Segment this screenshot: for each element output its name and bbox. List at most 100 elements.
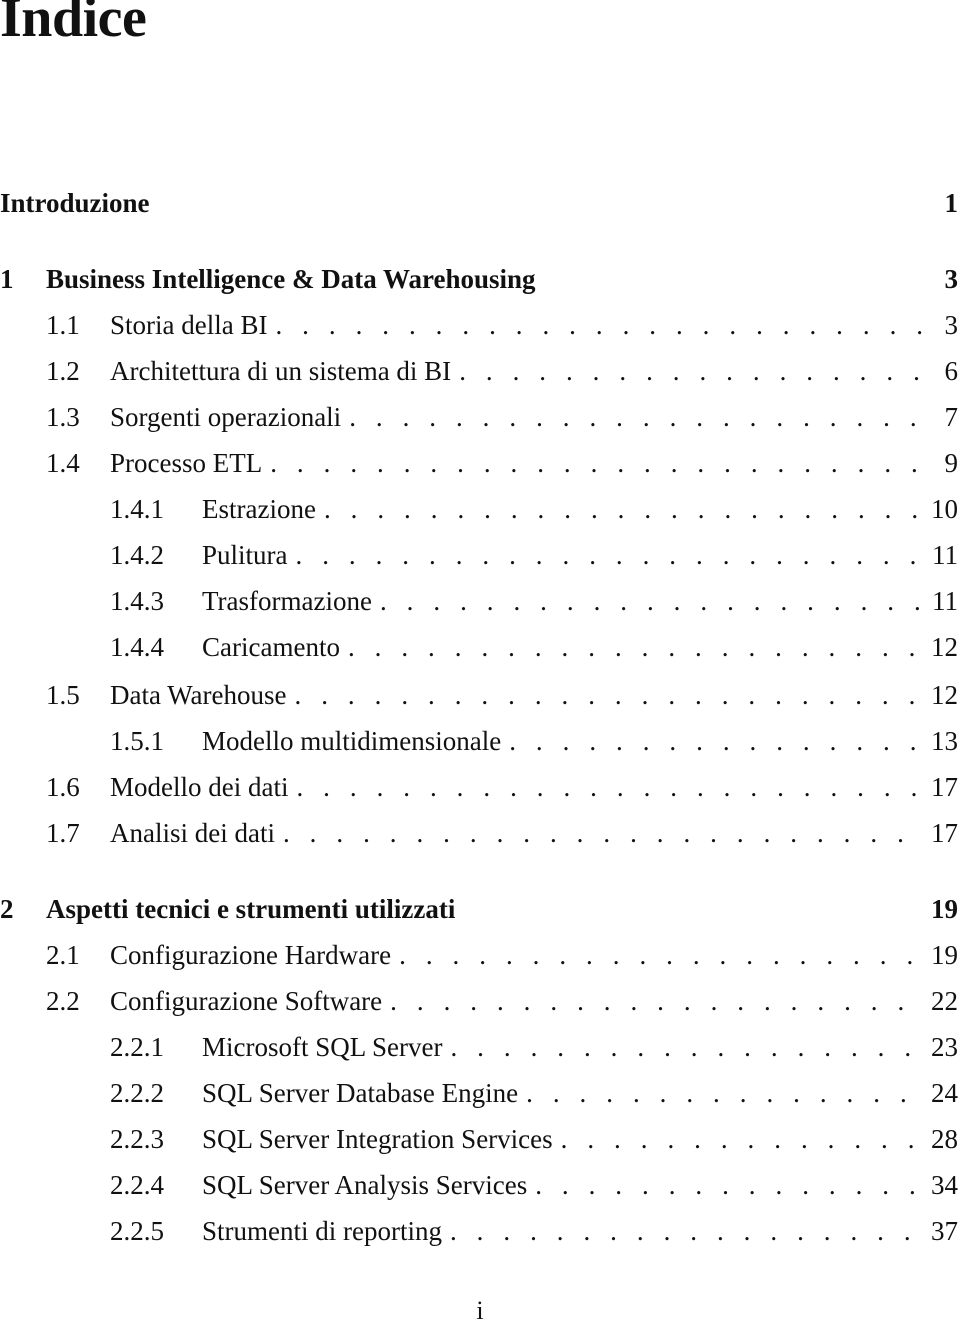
toc-entry-number: 2.2.2 xyxy=(110,1078,164,1108)
dot-leader xyxy=(450,1032,921,1063)
toc-entry-page: 13 xyxy=(931,726,958,756)
dot-leader xyxy=(509,726,921,757)
toc-entry[interactable]: 2.2.3 SQL Server Integration Services 28 xyxy=(0,1124,958,1158)
toc-entry[interactable]: 2.2.5 Strumenti di reporting 37 xyxy=(0,1216,958,1250)
toc-entry-page: 3 xyxy=(944,310,959,340)
toc-entry-page: 37 xyxy=(931,1216,958,1246)
toc-entry-label: Sorgenti operazionali xyxy=(110,402,342,432)
dot-leader xyxy=(348,632,921,663)
toc-entry[interactable]: Introduzione 1 xyxy=(0,188,958,222)
toc-entry-label: Business Intelligence & Data Warehousing xyxy=(46,264,536,294)
toc-entry-label: Pulitura xyxy=(202,540,288,570)
page-number: i xyxy=(476,1296,484,1325)
toc-entry-label: Strumenti di reporting xyxy=(202,1216,442,1246)
toc-entry-page: 24 xyxy=(931,1078,958,1108)
toc-entry[interactable]: 1.4.4 Caricamento 12 xyxy=(0,632,958,666)
toc-entry-label: SQL Server Analysis Services xyxy=(202,1170,528,1200)
toc-entry-label: Data Warehouse xyxy=(110,680,287,710)
toc-entry-page: 17 xyxy=(931,818,958,848)
toc-entry[interactable]: 2.2 Configurazione Software 22 xyxy=(0,986,958,1020)
toc-entry-number: 1.7 xyxy=(46,818,80,848)
dot-leader xyxy=(283,818,921,849)
toc-entry-page: 11 xyxy=(932,540,958,570)
toc-entry-number: 2.2.1 xyxy=(110,1032,164,1062)
dot-leader xyxy=(296,540,923,571)
toc-entry-number: 1.4 xyxy=(46,448,80,478)
toc-entry-label: Architettura di un sistema di BI xyxy=(110,356,452,386)
toc-entry-page: 1 xyxy=(944,188,959,218)
toc-entry-label: Microsoft SQL Server xyxy=(202,1032,443,1062)
toc-entry[interactable]: 1.2 Architettura di un sistema di BI 6 xyxy=(0,356,958,390)
toc-entry-label: Storia della BI xyxy=(110,310,268,340)
toc-entry-label: Caricamento xyxy=(202,632,340,662)
toc-entry-number: 1.2 xyxy=(46,356,80,386)
toc-entry[interactable]: 2.1 Configurazione Hardware 19 xyxy=(0,940,958,974)
toc-entry[interactable]: 1.5 Data Warehouse 12 xyxy=(0,680,958,714)
dot-leader xyxy=(399,940,921,971)
toc-entry-page: 3 xyxy=(944,264,959,294)
toc-entry-page: 12 xyxy=(931,680,958,710)
toc-entry-page: 23 xyxy=(931,1032,958,1062)
toc-entry-label: Processo ETL xyxy=(110,448,263,478)
toc-entry[interactable]: 2.2.2 SQL Server Database Engine 24 xyxy=(0,1078,958,1112)
toc-entry-number: 1.4.2 xyxy=(110,540,164,570)
toc-entry-page: 9 xyxy=(944,448,959,478)
toc-entry-label: Trasformazione xyxy=(202,586,372,616)
toc-entry-number: 2.2.4 xyxy=(110,1170,164,1200)
toc-entry-number: 2 xyxy=(0,894,14,924)
toc-entry-page: 19 xyxy=(931,940,958,970)
toc-entry-page: 34 xyxy=(931,1170,958,1200)
toc-entry-number: 1.4.1 xyxy=(110,494,164,524)
toc-entry-label: Estrazione xyxy=(202,494,316,524)
toc-entry[interactable]: 1 Business Intelligence & Data Warehousin… xyxy=(0,264,958,298)
toc-entry-page: 12 xyxy=(931,632,958,662)
toc-entry[interactable]: 1.4.1 Estrazione 10 xyxy=(0,494,958,528)
toc-entry-label: Aspetti tecnici e strumenti utilizzati xyxy=(46,894,456,924)
toc-entry-label: Configurazione Software xyxy=(110,986,383,1016)
dot-leader xyxy=(275,310,934,341)
toc-entry-number: 1.5.1 xyxy=(110,726,164,756)
dot-leader xyxy=(561,1124,921,1155)
toc-entry-label: Modello dei dati xyxy=(110,772,289,802)
dot-leader xyxy=(295,680,921,711)
toc-entry-page: 22 xyxy=(931,986,958,1016)
toc-entry[interactable]: 1.1 Storia della BI 3 xyxy=(0,310,958,344)
toc-entry[interactable]: 2 Aspetti tecnici e strumenti utilizzati 1… xyxy=(0,894,958,928)
toc-entry-number: 1.5 xyxy=(46,680,80,710)
toc-entry-page: 7 xyxy=(944,402,959,432)
dot-leader xyxy=(349,402,934,433)
dot-leader xyxy=(270,448,934,479)
toc-entry-number: 2.2.5 xyxy=(110,1216,164,1246)
toc-entry-page: 17 xyxy=(931,772,958,802)
toc-entry-number: 1.3 xyxy=(46,402,80,432)
toc-entry-number: 2.2.3 xyxy=(110,1124,164,1154)
toc-entry-label: Configurazione Hardware xyxy=(110,940,392,970)
toc-entry[interactable]: 1.3 Sorgenti operazionali 7 xyxy=(0,402,958,436)
toc-entry-number: 1.4.4 xyxy=(110,632,164,662)
toc-entry-label: Introduzione xyxy=(0,188,150,218)
toc-entry-number: 1.1 xyxy=(46,310,80,340)
toc-entry-number: 1.4.3 xyxy=(110,586,164,616)
toc-entry-label: SQL Server Database Engine xyxy=(202,1078,519,1108)
toc-entry[interactable]: 2.2.4 SQL Server Analysis Services 34 xyxy=(0,1170,958,1204)
toc-entry[interactable]: 2.2.1 Microsoft SQL Server 23 xyxy=(0,1032,958,1066)
toc-entry-page: 11 xyxy=(932,586,958,616)
toc-entry-page: 28 xyxy=(931,1124,958,1154)
toc-entry[interactable]: 1.4.2 Pulitura 11 xyxy=(0,540,958,574)
toc-entry[interactable]: 1.5.1 Modello multidimensionale 13 xyxy=(0,726,958,760)
toc-entry-page: 19 xyxy=(931,894,958,924)
toc-entry[interactable]: 1.6 Modello dei dati 17 xyxy=(0,772,958,806)
dot-leader xyxy=(296,772,921,803)
toc-entry-label: Analisi dei dati xyxy=(110,818,275,848)
toc-entry-label: Modello multidimensionale xyxy=(202,726,502,756)
page-title: Indice xyxy=(0,0,147,49)
toc-entry-number: 1.6 xyxy=(46,772,80,802)
dot-leader xyxy=(535,1170,921,1201)
toc-entry[interactable]: 1.4.3 Trasformazione 11 xyxy=(0,586,958,620)
dot-leader xyxy=(459,356,934,387)
toc-entry-number: 2.1 xyxy=(46,940,80,970)
toc-entry[interactable]: 1.7 Analisi dei dati 17 xyxy=(0,818,958,852)
toc-entry-label: SQL Server Integration Services xyxy=(202,1124,553,1154)
toc-entry[interactable]: 1.4 Processo ETL 9 xyxy=(0,448,958,482)
dot-leader xyxy=(390,986,921,1017)
